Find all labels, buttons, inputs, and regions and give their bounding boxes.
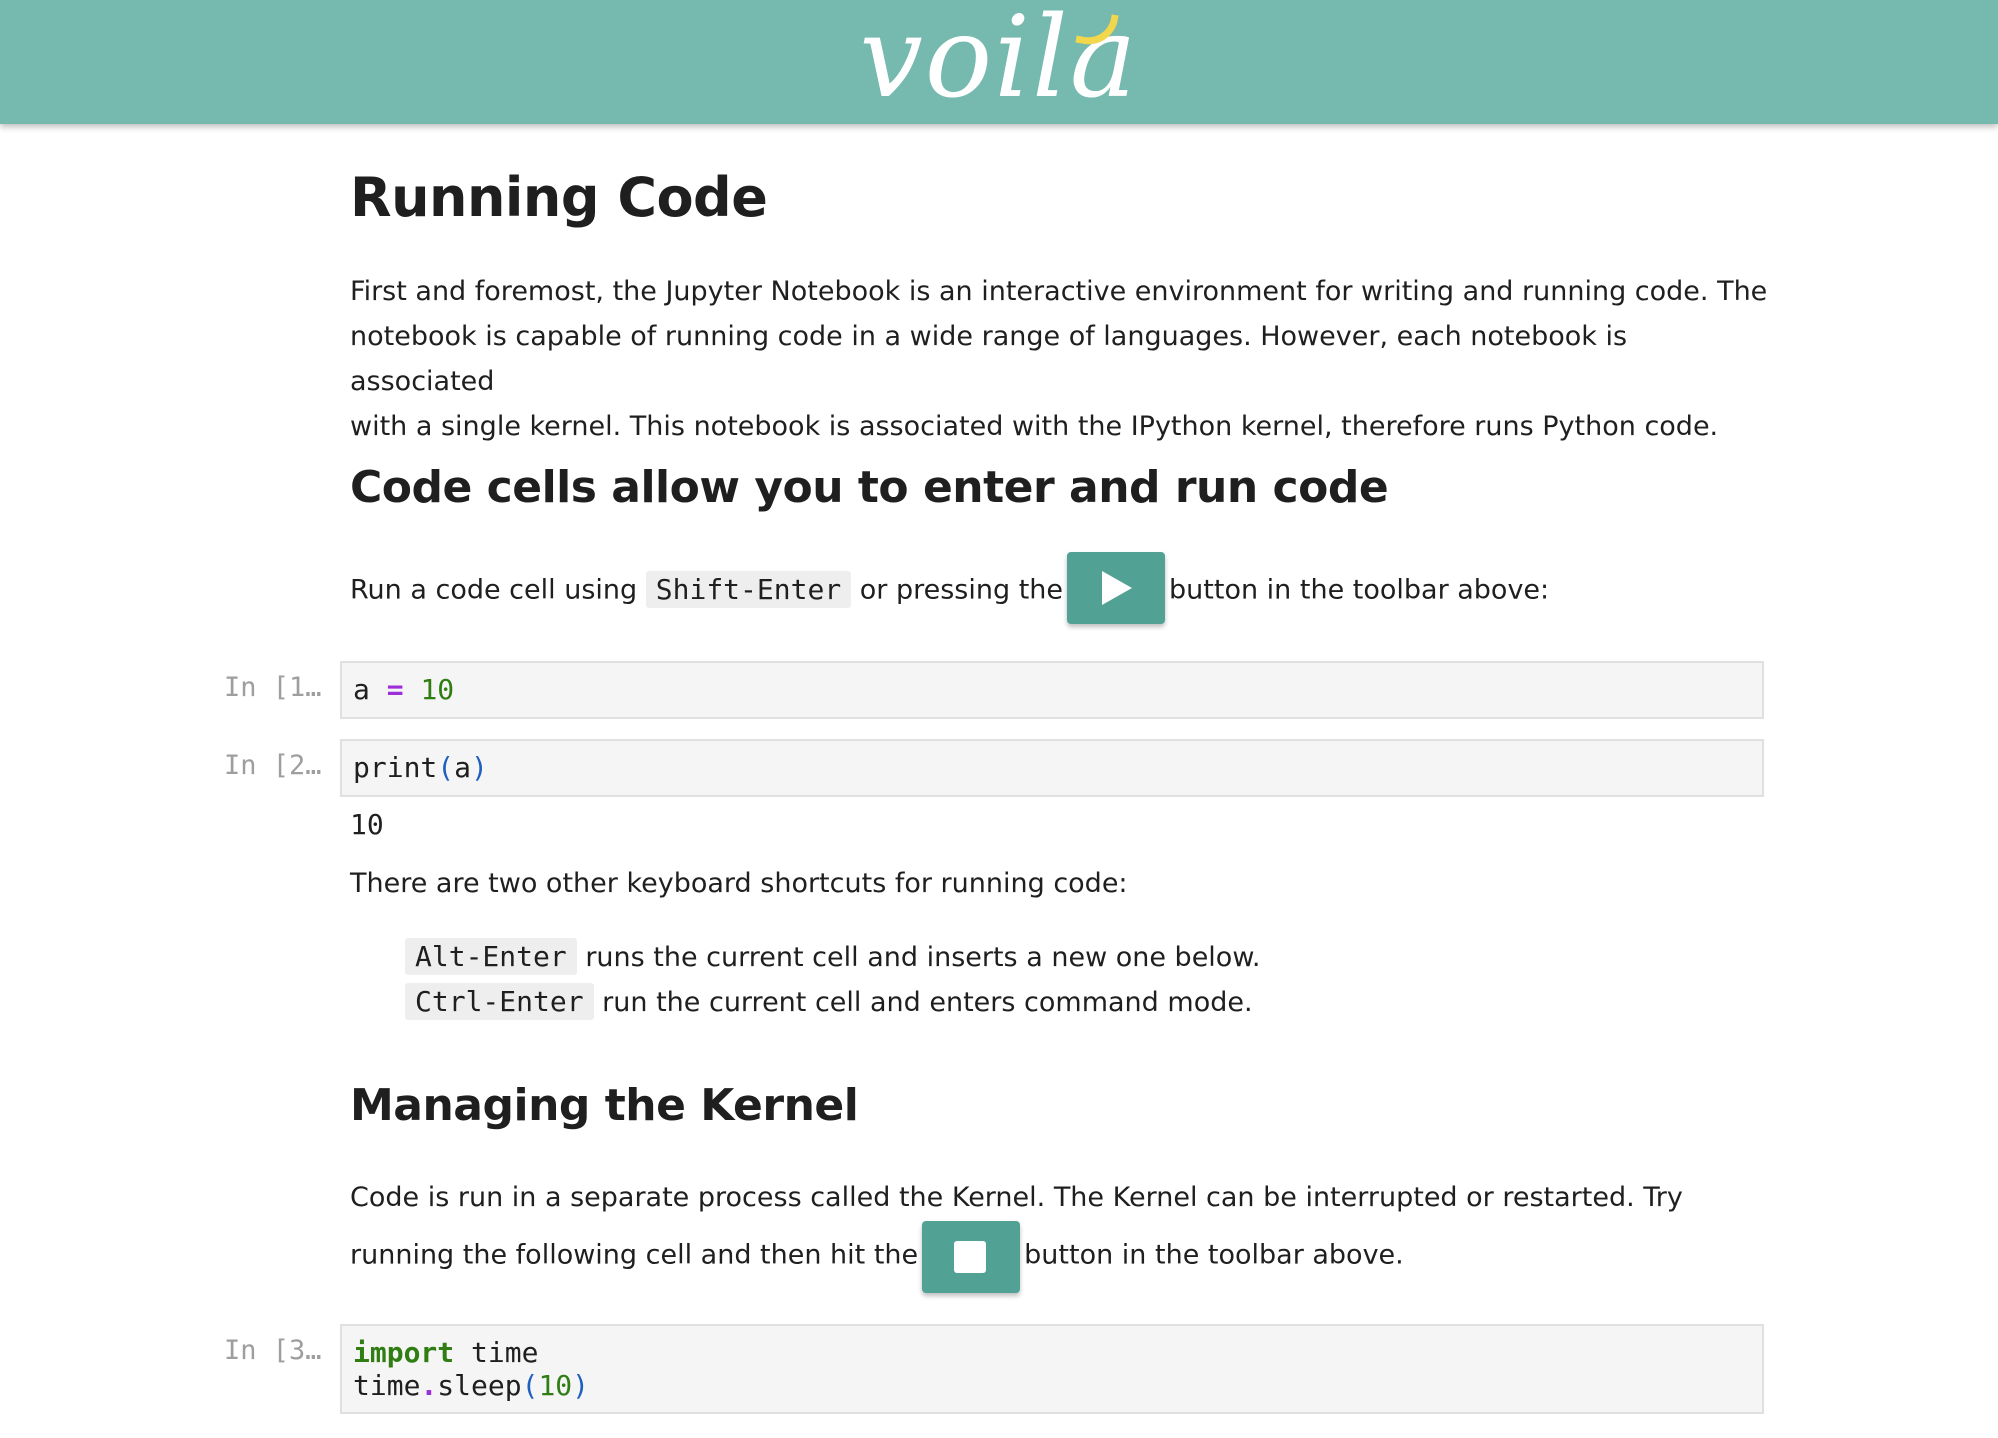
cell-prompt: In [3… — [224, 1335, 322, 1366]
code-arg: a — [454, 751, 472, 784]
intro-line-3: with a single kernel. This notebook is a… — [350, 411, 1719, 442]
code-operator: = — [386, 673, 404, 706]
run-text-middle: or pressing the — [859, 574, 1064, 606]
shortcuts-intro: There are two other keyboard shortcuts f… — [350, 868, 1128, 899]
code-paren: ( — [521, 1369, 539, 1402]
code-object: time — [353, 1369, 421, 1402]
code-input[interactable]: a = 10 — [340, 661, 1764, 719]
code-input[interactable]: import time time.sleep(10) — [340, 1324, 1764, 1414]
run-text-before: Run a code cell using — [350, 574, 638, 606]
run-text-after: button in the toolbar above: — [1169, 574, 1550, 606]
run-cell-paragraph: Run a code cell using Shift-Enter or pre… — [350, 552, 1550, 627]
code-input[interactable]: print(a) — [340, 739, 1764, 797]
shortcut-description: run the current cell and enters command … — [602, 987, 1253, 1018]
cell-prompt: In [2… — [224, 750, 322, 781]
voila-logo: voila — [859, 0, 1139, 123]
code-keyword: import — [353, 1336, 455, 1369]
code-function: print — [353, 751, 438, 784]
kernel-line-1: Code is run in a separate process called… — [350, 1182, 1683, 1213]
shift-enter-shortcut: Shift-Enter — [645, 570, 852, 608]
run-button[interactable] — [1067, 552, 1166, 624]
cell-output: 10 — [350, 808, 384, 841]
code-var: a — [353, 673, 370, 706]
shortcut-item: Ctrl-Enter run the current cell and ente… — [405, 979, 1253, 1025]
code-function: sleep — [437, 1369, 522, 1402]
kernel-line-2: running the following cell and then hit … — [350, 1239, 919, 1271]
play-icon — [1102, 571, 1133, 605]
intro-paragraph: First and foremost, the Jupyter Notebook… — [350, 269, 1770, 449]
stop-icon — [954, 1241, 987, 1273]
kernel-paragraph: Code is run in a separate process called… — [350, 1175, 1683, 1293]
code-number: 10 — [420, 673, 455, 706]
alt-enter-shortcut: Alt-Enter — [405, 938, 577, 975]
heading-running-code: Running Code — [350, 166, 768, 229]
intro-line-1: First and foremost, the Jupyter Notebook… — [350, 276, 1768, 307]
intro-line-2: notebook is capable of running code in a… — [350, 321, 1628, 397]
shortcut-item: Alt-Enter runs the current cell and inse… — [405, 934, 1261, 980]
heading-managing-kernel: Managing the Kernel — [350, 1080, 859, 1131]
cell-prompt: In [1… — [224, 672, 322, 703]
kernel-line-2-after: button in the toolbar above. — [1024, 1239, 1404, 1271]
code-paren: ) — [471, 751, 488, 784]
stop-button[interactable] — [922, 1221, 1021, 1293]
code-paren: ) — [572, 1369, 590, 1402]
heading-code-cells: Code cells allow you to enter and run co… — [350, 462, 1389, 513]
code-paren: ( — [437, 751, 455, 784]
code-module: time — [471, 1336, 539, 1369]
code-number: 10 — [538, 1369, 573, 1402]
top-header-bar: voila — [0, 0, 1998, 124]
ctrl-enter-shortcut: Ctrl-Enter — [405, 983, 594, 1020]
code-dot: . — [420, 1369, 438, 1402]
shortcut-description: runs the current cell and inserts a new … — [585, 942, 1261, 973]
